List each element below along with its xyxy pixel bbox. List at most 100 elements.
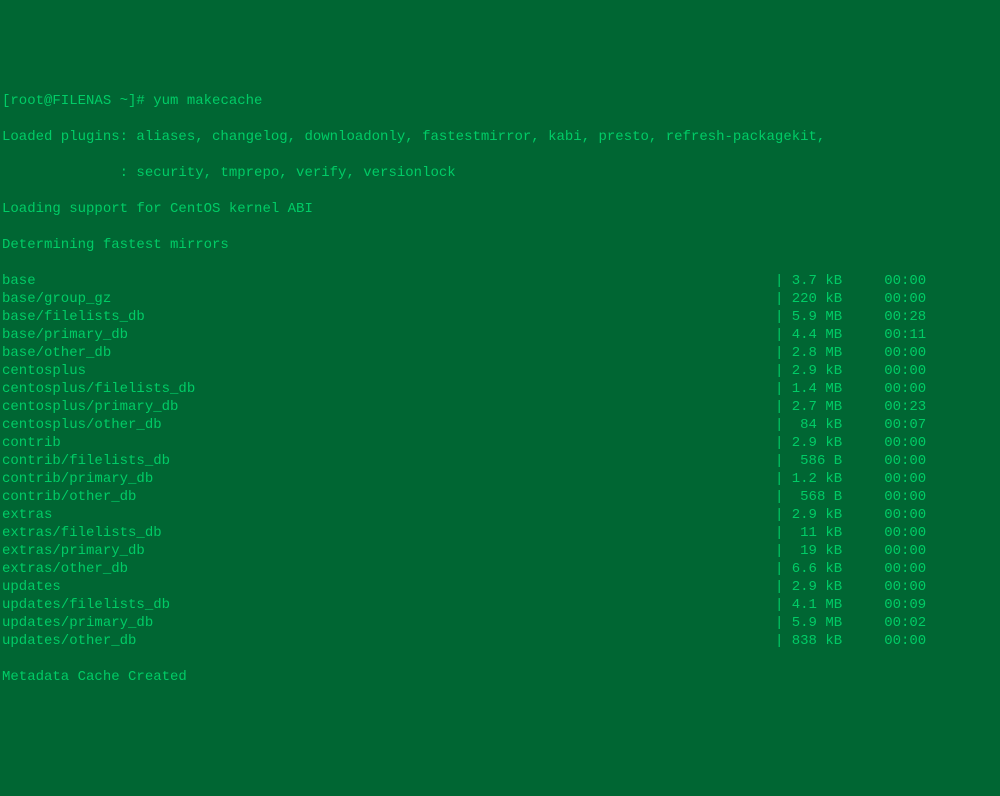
repo-size: 220 kB	[792, 290, 842, 308]
separator: |	[775, 632, 792, 650]
repo-name: extras/primary_db	[2, 542, 775, 560]
repo-row: base/other_db | 2.8 MB 00:00	[2, 344, 998, 362]
repo-size: 2.9 kB	[792, 434, 842, 452]
gap	[842, 524, 884, 542]
gap	[842, 434, 884, 452]
repo-name: updates/filelists_db	[2, 596, 775, 614]
gap	[842, 470, 884, 488]
repo-size: 2.8 MB	[792, 344, 842, 362]
repo-time: 00:23	[884, 398, 926, 416]
repo-size: 2.9 kB	[792, 506, 842, 524]
mirrors-line: Determining fastest mirrors	[2, 236, 998, 254]
repo-size: 2.9 kB	[792, 578, 842, 596]
repo-name: contrib/primary_db	[2, 470, 775, 488]
repo-time: 00:00	[884, 290, 926, 308]
repo-row: base | 3.7 kB 00:00	[2, 272, 998, 290]
repo-time: 00:00	[884, 488, 926, 506]
repo-size: 4.4 MB	[792, 326, 842, 344]
separator: |	[775, 614, 792, 632]
repo-time: 00:00	[884, 470, 926, 488]
separator: |	[775, 380, 792, 398]
separator: |	[775, 344, 792, 362]
repo-size: 19 kB	[792, 542, 842, 560]
separator: |	[775, 326, 792, 344]
repo-row: base/group_gz | 220 kB 00:00	[2, 290, 998, 308]
repo-time: 00:09	[884, 596, 926, 614]
repo-name: base/filelists_db	[2, 308, 775, 326]
repo-row: extras/primary_db | 19 kB 00:00	[2, 542, 998, 560]
gap	[842, 416, 884, 434]
repo-size: 5.9 MB	[792, 308, 842, 326]
repo-time: 00:00	[884, 524, 926, 542]
repo-row: contrib/primary_db | 1.2 kB 00:00	[2, 470, 998, 488]
plugins-line-1: Loaded plugins: aliases, changelog, down…	[2, 128, 998, 146]
repo-size: 3.7 kB	[792, 272, 842, 290]
separator: |	[775, 596, 792, 614]
repo-name: centosplus/primary_db	[2, 398, 775, 416]
abi-line: Loading support for CentOS kernel ABI	[2, 200, 998, 218]
repo-size: 5.9 MB	[792, 614, 842, 632]
repo-name: contrib	[2, 434, 775, 452]
repo-time: 00:00	[884, 362, 926, 380]
repo-size: 2.9 kB	[792, 362, 842, 380]
repo-name: updates/primary_db	[2, 614, 775, 632]
repo-size: 2.7 MB	[792, 398, 842, 416]
repo-size: 1.4 MB	[792, 380, 842, 398]
separator: |	[775, 272, 792, 290]
repo-size: 11 kB	[792, 524, 842, 542]
repo-size: 568 B	[792, 488, 842, 506]
repo-name: centosplus	[2, 362, 775, 380]
repo-time: 00:11	[884, 326, 926, 344]
gap	[842, 614, 884, 632]
separator: |	[775, 560, 792, 578]
plugins-line-2: : security, tmprepo, verify, versionlock	[2, 164, 998, 182]
repo-row: updates/other_db | 838 kB 00:00	[2, 632, 998, 650]
repo-row: base/filelists_db | 5.9 MB 00:28	[2, 308, 998, 326]
separator: |	[775, 290, 792, 308]
gap	[842, 380, 884, 398]
repo-time: 00:07	[884, 416, 926, 434]
repo-row: extras/filelists_db | 11 kB 00:00	[2, 524, 998, 542]
repo-name: contrib/other_db	[2, 488, 775, 506]
repo-row: centosplus | 2.9 kB 00:00	[2, 362, 998, 380]
repo-row: centosplus/primary_db | 2.7 MB 00:23	[2, 398, 998, 416]
repo-time: 00:00	[884, 506, 926, 524]
repo-row: updates | 2.9 kB 00:00	[2, 578, 998, 596]
repo-size: 4.1 MB	[792, 596, 842, 614]
separator: |	[775, 506, 792, 524]
command: yum makecache	[153, 92, 262, 110]
separator: |	[775, 308, 792, 326]
footer-line: Metadata Cache Created	[2, 668, 998, 686]
repo-name: extras/other_db	[2, 560, 775, 578]
gap	[842, 560, 884, 578]
repo-row: extras/other_db | 6.6 kB 00:00	[2, 560, 998, 578]
gap	[842, 398, 884, 416]
gap	[842, 632, 884, 650]
gap	[842, 596, 884, 614]
repo-row: base/primary_db | 4.4 MB 00:11	[2, 326, 998, 344]
repo-row: contrib/filelists_db | 586 B 00:00	[2, 452, 998, 470]
gap	[842, 452, 884, 470]
separator: |	[775, 416, 792, 434]
repo-name: centosplus/filelists_db	[2, 380, 775, 398]
repo-time: 00:00	[884, 542, 926, 560]
separator: |	[775, 434, 792, 452]
gap	[842, 506, 884, 524]
repo-size: 84 kB	[792, 416, 842, 434]
repo-name: extras	[2, 506, 775, 524]
repo-time: 00:00	[884, 344, 926, 362]
repo-size: 6.6 kB	[792, 560, 842, 578]
gap	[842, 290, 884, 308]
repo-row: contrib/other_db | 568 B 00:00	[2, 488, 998, 506]
repo-time: 00:00	[884, 632, 926, 650]
gap	[842, 578, 884, 596]
repo-size: 838 kB	[792, 632, 842, 650]
gap	[842, 344, 884, 362]
separator: |	[775, 362, 792, 380]
repo-time: 00:00	[884, 434, 926, 452]
repo-row: extras | 2.9 kB 00:00	[2, 506, 998, 524]
separator: |	[775, 578, 792, 596]
repo-rows: base | 3.7 kB 00:00base/group_gz	[2, 272, 998, 650]
gap	[842, 272, 884, 290]
terminal-output: [root@FILENAS ~]# yum makecache Loaded p…	[2, 74, 998, 704]
